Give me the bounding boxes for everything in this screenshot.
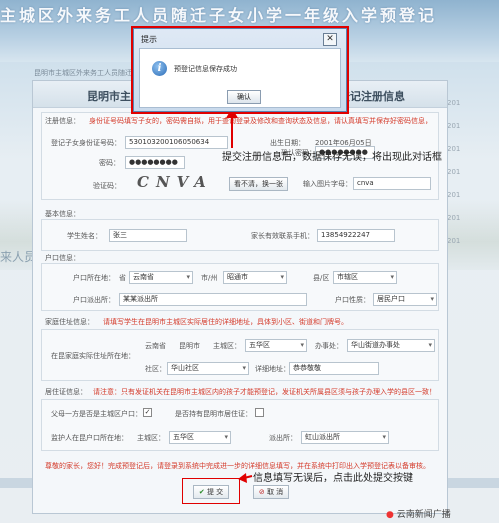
captcha-input[interactable]: cnva [353, 177, 431, 190]
address-community-select[interactable]: 华山社区 [167, 362, 249, 375]
id-number-input[interactable]: 530103200106050634 [125, 136, 228, 149]
city-prefix: 市/州 [201, 274, 218, 282]
residence-permit-checkbox[interactable] [255, 408, 264, 417]
student-name-label: 学生姓名： [67, 232, 102, 240]
info-icon: i [152, 61, 167, 76]
window-title-right: 登记注册信息 [339, 90, 405, 103]
county-prefix: 县/区 [313, 274, 330, 282]
success-dialog: 提示 ✕ i 预登记信息保存成功 确认 [133, 28, 347, 112]
hukou-police-label: 户口派出所： [73, 296, 115, 304]
residence-permit-note: 请注意：只有发证机关在昆明市主城区内的孩子才能预登记，发证机关所属县区须与孩子办… [93, 388, 437, 396]
cancel-icon: ⊘ [258, 488, 265, 496]
background-list-item: 201 [447, 99, 461, 107]
close-icon[interactable]: ✕ [323, 33, 337, 46]
background-list-item: 201 [447, 237, 461, 245]
parent-phone-label: 家长有效联系手机： [251, 232, 314, 240]
address-office-select[interactable]: 华山街道办事处 [347, 339, 435, 352]
background-left-text: 来人员 [0, 250, 37, 264]
submit-annotation: 信息填写无误后，点击此处提交按键 [253, 473, 413, 484]
background-list-item: 201 [447, 122, 461, 130]
watermark: ● 云南新闻广播 [386, 507, 451, 520]
address-community-prefix: 社区： [145, 365, 166, 373]
dialog-annotation: 提交注册信息后，数据保存无误，将出现此对话框 [222, 152, 442, 163]
registration-info-note: 身份证号码填写子女的，密码需自拟，用于查询登录及修改和查询状态及信息，请认真填写… [89, 117, 429, 125]
hukou-police-input[interactable]: 某某派出所 [119, 293, 307, 306]
captcha-input-label: 输入图片字母： [303, 180, 352, 188]
parent-hukou-checkbox[interactable]: ✓ [143, 408, 152, 417]
cancel-button[interactable]: ⊘ 取 消 [253, 485, 289, 499]
background-right-column: 201 201 201 201 201 201 201 [447, 92, 499, 253]
address-district-prefix: 主城区： [213, 342, 241, 350]
residence-permit-label: 居住证信息： [45, 388, 87, 396]
address-detail-prefix: 详细地址： [255, 365, 290, 373]
password-label: 密码： [99, 159, 120, 167]
guardian-police-select[interactable]: 虹山派出所 [301, 431, 389, 444]
captcha-label: 验证码： [93, 182, 121, 190]
background-list-item: 201 [447, 145, 461, 153]
city-select[interactable]: 昭通市 [223, 271, 287, 284]
address-info-note: 请填写学生在昆明市主城区实际居住的详细地址，具体到小区、街道和门牌号。 [103, 318, 348, 326]
dialog-message: 预登记信息保存成功 [174, 65, 237, 73]
hukou-location-label: 户口所在地： [73, 274, 115, 282]
dialog-title: 提示 [141, 35, 157, 44]
province-prefix: 省 [119, 274, 126, 282]
address-city: 昆明市 [179, 342, 200, 350]
address-office-prefix: 办事处： [315, 342, 343, 350]
residence-permit-question: 是否持有昆明市居住证： [175, 410, 252, 418]
guardian-district-select[interactable]: 五华区 [169, 431, 231, 444]
hukou-nature-label: 户口性质： [335, 296, 370, 304]
basic-info-label: 基本信息： [45, 210, 80, 218]
breadcrumb: 昆明市主城区外来务工人员随迁子... [34, 69, 146, 77]
dialog-body: i 预登记信息保存成功 确认 [139, 48, 341, 108]
id-number-label: 登记子女身份证号码： [51, 139, 121, 147]
birth-date-label: 出生日期： [270, 139, 305, 147]
background-list-item: 201 [447, 214, 461, 222]
county-select[interactable]: 市辖区 [333, 271, 397, 284]
guardian-police-prefix: 派出所： [269, 434, 297, 442]
submit-highlight-box [182, 478, 240, 504]
hukou-info-label: 户口信息： [45, 254, 80, 262]
address-province: 云南省 [145, 342, 166, 350]
cancel-button-label: 取 消 [266, 488, 284, 496]
dialog-ok-button[interactable]: 确认 [227, 90, 261, 104]
watermark-text: 云南新闻广播 [396, 510, 451, 520]
address-district-select[interactable]: 五华区 [245, 339, 307, 352]
registration-window: 昆明市主城 登记注册信息 注册信息： 身份证号码填写子女的，密码需自拟，用于查询… [32, 80, 448, 514]
address-detail-input[interactable]: 恭恭敬敬 [289, 362, 379, 375]
parent-hukou-label: 父母一方是否是主城区户口： [51, 410, 142, 418]
background-list-item: 201 [447, 191, 461, 199]
watermark-logo-icon: ● [386, 510, 394, 520]
student-name-input[interactable]: 张三 [109, 229, 187, 242]
residence-address-label: 在昆家庭实际住址所在地： [51, 352, 135, 360]
captcha-image: CNVA [137, 173, 213, 191]
guardian-hukou-label: 监护人在昆户口所在地： [51, 434, 128, 442]
hukou-nature-select[interactable]: 居民户口 [373, 293, 437, 306]
parent-phone-input[interactable]: 13854922247 [317, 229, 395, 242]
banner-title: 主城区外来务工人员随迁子女小学一年级入学预登记 [0, 6, 438, 25]
password-input[interactable]: ●●●●●●●● [125, 156, 185, 169]
refresh-captcha-button[interactable]: 看不清，换一张 [229, 177, 288, 191]
guardian-district-prefix: 主城区： [137, 434, 165, 442]
background-list-item: 201 [447, 168, 461, 176]
province-select[interactable]: 云南省 [129, 271, 193, 284]
address-info-label: 家庭住址信息： [45, 318, 94, 326]
registration-info-label: 注册信息： [45, 117, 80, 125]
